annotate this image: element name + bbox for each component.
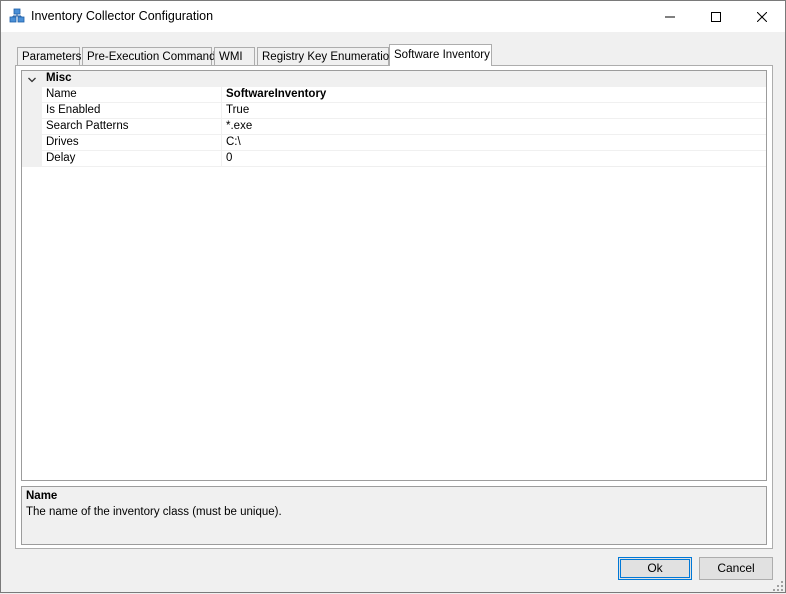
property-value[interactable]: True	[226, 104, 249, 116]
row-margin	[22, 103, 42, 119]
property-value[interactable]: *.exe	[226, 120, 252, 132]
column-divider	[221, 151, 222, 167]
column-divider	[221, 135, 222, 151]
property-row-name[interactable]: Name SoftwareInventory	[22, 87, 766, 103]
property-name: Search Patterns	[46, 120, 129, 132]
help-description: The name of the inventory class (must be…	[26, 506, 282, 518]
tab-pre-execution-commands[interactable]: Pre-Execution Commands	[82, 47, 221, 65]
inventory-app-icon	[9, 8, 25, 24]
column-divider	[221, 87, 222, 103]
row-divider	[42, 166, 766, 167]
property-row-is-enabled[interactable]: Is Enabled True	[22, 103, 766, 119]
maximize-button[interactable]	[693, 1, 739, 32]
property-name: Delay	[46, 152, 76, 164]
row-margin	[22, 119, 42, 135]
close-button[interactable]	[739, 1, 785, 32]
property-grid[interactable]: Misc Name SoftwareInventory Is Enabled T…	[21, 70, 767, 481]
resize-grip-icon[interactable]	[773, 580, 783, 591]
property-row-delay[interactable]: Delay 0	[22, 151, 766, 167]
close-icon	[757, 11, 767, 22]
property-name: Is Enabled	[46, 104, 101, 116]
column-divider	[221, 103, 222, 119]
row-margin	[22, 135, 42, 151]
ok-button[interactable]: Ok	[618, 557, 692, 580]
tab-parameters[interactable]: Parameters	[17, 47, 82, 65]
column-divider	[221, 119, 222, 135]
property-value[interactable]: SoftwareInventory	[226, 88, 326, 100]
row-margin	[22, 87, 42, 103]
tab-label: Parameters	[22, 51, 82, 63]
row-margin	[22, 151, 42, 167]
property-row-drives[interactable]: Drives C:\	[22, 135, 766, 151]
property-value[interactable]: 0	[226, 152, 232, 164]
maximize-icon	[711, 11, 721, 22]
tab-label: WMI	[219, 51, 243, 63]
tab-label: Registry Key Enumeration	[262, 51, 396, 63]
property-help-panel: Name The name of the inventory class (mu…	[21, 486, 767, 545]
minimize-button[interactable]	[647, 1, 693, 32]
title-bar[interactable]: Inventory Collector Configuration	[1, 1, 785, 32]
property-name: Drives	[46, 136, 79, 148]
tab-wmi[interactable]: WMI	[214, 47, 255, 65]
tab-label: Pre-Execution Commands	[87, 51, 222, 63]
help-title: Name	[26, 490, 58, 502]
cancel-button[interactable]: Cancel	[699, 557, 773, 580]
property-row-search-patterns[interactable]: Search Patterns *.exe	[22, 119, 766, 135]
dialog-window: Inventory Collector Configuration Parame…	[0, 0, 786, 593]
category-label: Misc	[46, 72, 72, 84]
property-name: Name	[46, 88, 77, 100]
window-title: Inventory Collector Configuration	[31, 9, 214, 23]
chevron-down-icon[interactable]	[27, 74, 37, 84]
tab-registry-key-enumeration[interactable]: Registry Key Enumeration	[257, 47, 396, 65]
category-row-misc[interactable]: Misc	[22, 71, 766, 87]
tab-software-inventory[interactable]: Software Inventory	[389, 44, 492, 66]
minimize-icon	[665, 16, 675, 17]
tab-page-software-inventory: Misc Name SoftwareInventory Is Enabled T…	[15, 65, 773, 549]
tab-label: Software Inventory	[394, 49, 490, 61]
property-value[interactable]: C:\	[226, 136, 241, 148]
